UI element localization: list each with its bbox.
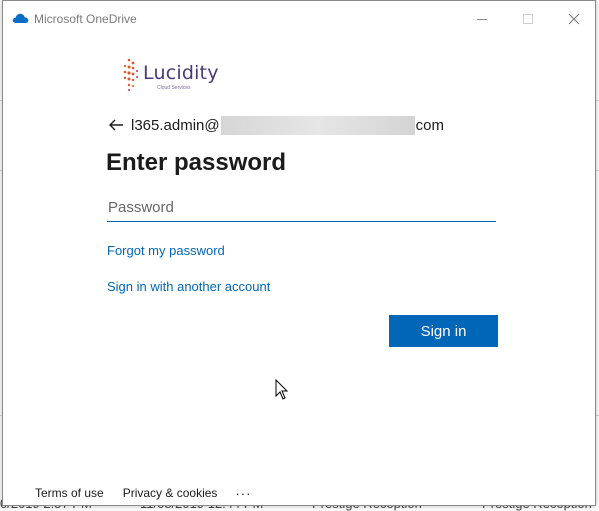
privacy-cookies-link[interactable]: Privacy & cookies (123, 486, 218, 500)
logo-text: Lucidity (143, 62, 219, 84)
minimize-button[interactable] (459, 1, 505, 37)
page-title: Enter password (106, 149, 287, 176)
account-email-suffix: com (415, 116, 444, 134)
onedrive-cloud-icon (12, 13, 29, 23)
footer: Terms of use Privacy & cookies ··· (35, 485, 251, 501)
forgot-password-link[interactable]: Forgot my password (107, 243, 225, 258)
close-icon (568, 13, 580, 25)
password-input[interactable] (107, 193, 496, 222)
account-email-prefix: l365.admin@ (131, 116, 220, 134)
mouse-cursor-icon (275, 379, 289, 400)
minimize-icon (477, 18, 487, 20)
logo-dots-icon (123, 58, 138, 91)
close-button[interactable] (551, 1, 597, 37)
company-logo: Lucidity Cloud Services (121, 57, 221, 97)
onedrive-signin-window: Microsoft OneDrive Lucidity Cloud Servic… (2, 0, 596, 506)
account-identity: l365.admin@ com (107, 115, 467, 135)
terms-of-use-link[interactable]: Terms of use (35, 486, 104, 500)
maximize-button[interactable] (505, 1, 551, 37)
sign-in-button[interactable]: Sign in (389, 315, 498, 347)
maximize-icon (523, 14, 533, 24)
title-bar[interactable]: Microsoft OneDrive (3, 1, 595, 37)
redacted-email-block (220, 115, 415, 135)
back-arrow-icon[interactable] (107, 118, 125, 132)
more-options-icon[interactable]: ··· (235, 486, 251, 501)
window-title: Microsoft OneDrive (34, 12, 137, 26)
logo-subtext: Cloud Services (157, 85, 191, 91)
sign-in-another-account-link[interactable]: Sign in with another account (107, 279, 270, 294)
